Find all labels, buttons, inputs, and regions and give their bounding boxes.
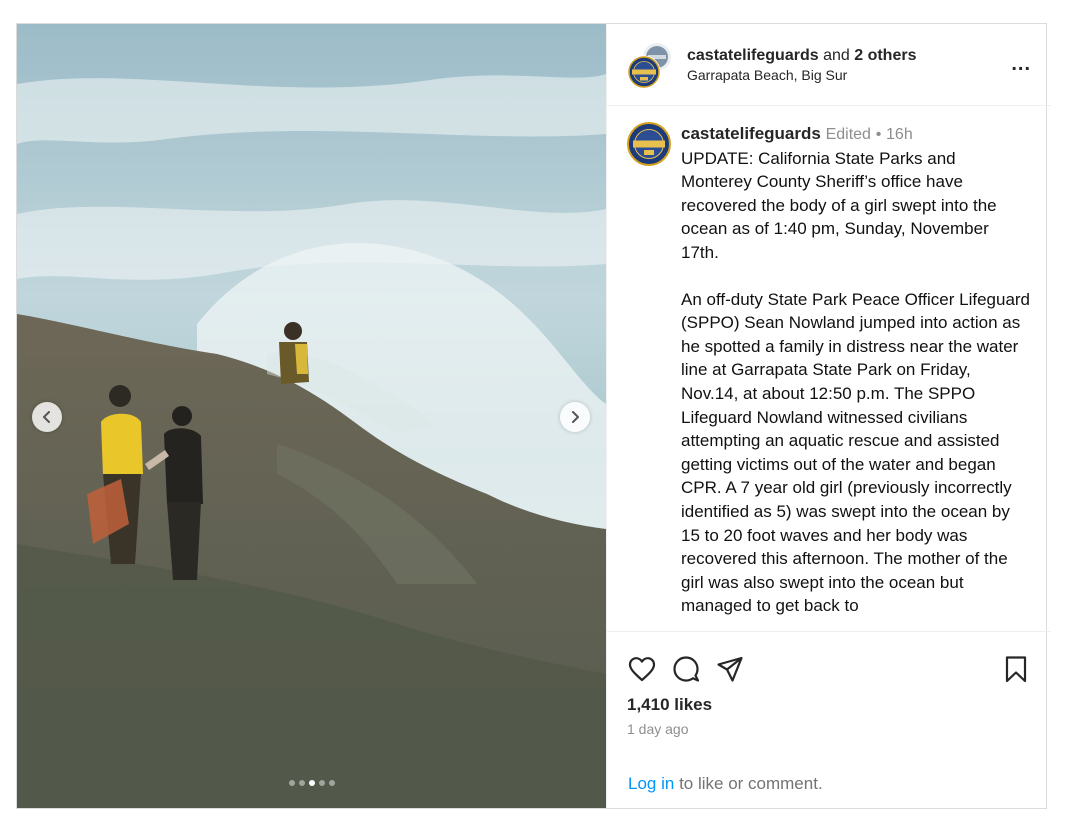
header-others-link[interactable]: 2 others xyxy=(854,47,916,64)
caption-username[interactable]: castatelifeguards xyxy=(681,124,821,143)
like-button[interactable] xyxy=(627,654,657,684)
bookmark-icon xyxy=(1005,656,1027,683)
header-location[interactable]: Garrapata Beach, Big Sur xyxy=(687,66,1007,84)
collab-avatars[interactable] xyxy=(627,41,673,88)
post-header-text: castatelifeguards and 2 others Garrapata… xyxy=(687,46,1007,84)
post-photo xyxy=(17,24,606,808)
carousel-dot xyxy=(298,780,305,786)
share-icon xyxy=(717,656,743,682)
carousel-dot xyxy=(288,780,295,786)
carousel-indicator xyxy=(17,780,606,786)
post-sidebar: castatelifeguards and 2 others Garrapata… xyxy=(606,24,1051,808)
login-prompt-text: to like or comment. xyxy=(679,774,823,793)
caption-paragraph: UPDATE: California State Parks and Monte… xyxy=(681,148,997,262)
carousel-dot xyxy=(328,780,335,786)
post-timestamp[interactable]: 1 day ago xyxy=(607,716,1051,738)
carousel-dot xyxy=(308,780,315,786)
carousel-prev-button[interactable] xyxy=(32,402,62,432)
save-button[interactable] xyxy=(1001,654,1031,684)
comment-icon xyxy=(673,656,700,682)
share-button[interactable] xyxy=(715,654,745,684)
post-header: castatelifeguards and 2 others Garrapata… xyxy=(607,24,1051,106)
login-prompt: Log in to like or comment. xyxy=(628,774,823,794)
caption-paragraph: An off-duty State Park Peace Officer Lif… xyxy=(681,289,1031,616)
avatar[interactable] xyxy=(627,122,671,166)
caption-time[interactable]: 16h xyxy=(886,126,913,143)
caption-edited: Edited xyxy=(825,126,871,143)
login-link[interactable]: Log in xyxy=(628,774,674,793)
caption-separator: • xyxy=(875,126,882,143)
carousel-next-button[interactable] xyxy=(560,402,590,432)
post-container: castatelifeguards and 2 others Garrapata… xyxy=(16,23,1051,809)
caption-text: castatelifeguards Edited • 16h UPDATE: C… xyxy=(681,122,1031,631)
chevron-left-icon xyxy=(43,411,50,423)
header-and: and xyxy=(823,46,850,64)
more-options-button[interactable]: ... xyxy=(1007,49,1035,80)
chevron-right-icon xyxy=(572,411,579,423)
post-media[interactable] xyxy=(17,24,606,808)
caption-section: castatelifeguards Edited • 16h UPDATE: C… xyxy=(607,106,1051,632)
comment-button[interactable] xyxy=(671,654,701,684)
heart-icon xyxy=(628,657,656,682)
avatar xyxy=(627,55,661,88)
header-username[interactable]: castatelifeguards xyxy=(687,47,819,64)
carousel-dot xyxy=(318,780,325,786)
like-count[interactable]: 1,410 likes xyxy=(607,694,1051,716)
action-bar xyxy=(607,632,1051,694)
